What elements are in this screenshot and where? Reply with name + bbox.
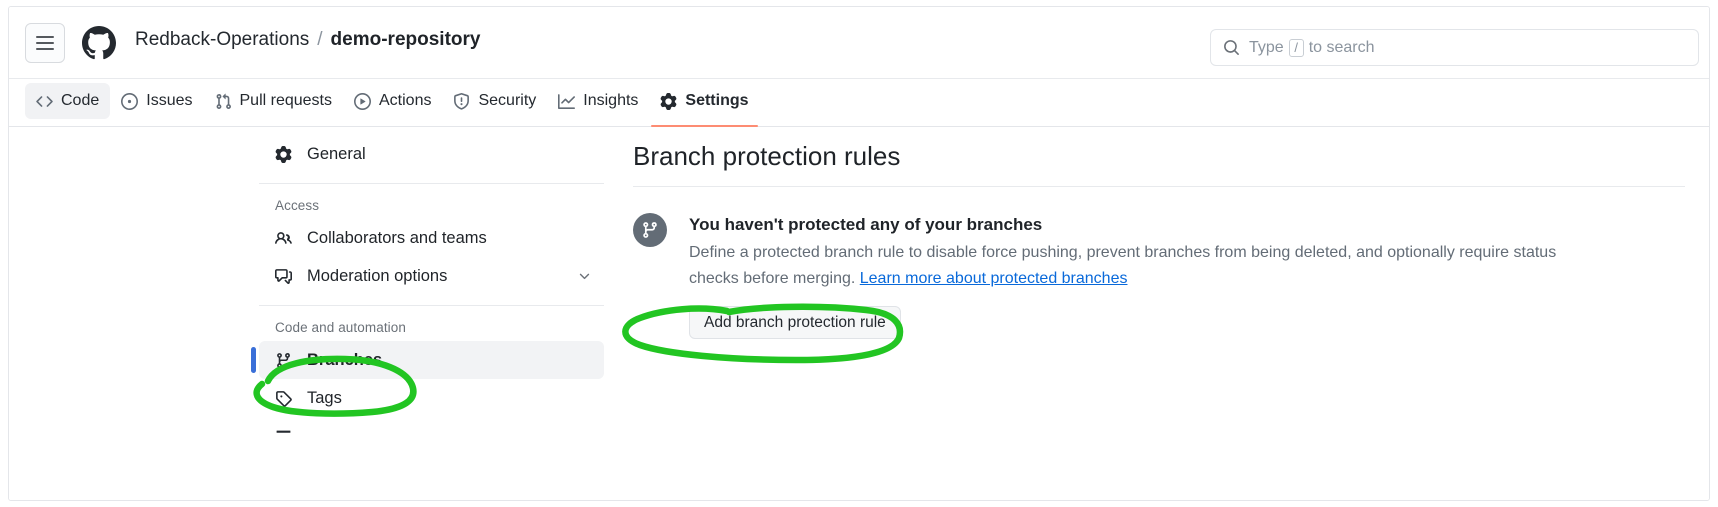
sidebar-item-collaborators-and-teams[interactable]: Collaborators and teams xyxy=(259,219,604,257)
search-placeholder-prefix: Type xyxy=(1249,38,1284,56)
tab-actions-label: Actions xyxy=(379,92,432,109)
search-icon xyxy=(1223,39,1240,56)
sidebar-item-general[interactable]: General xyxy=(259,135,604,173)
tab-settings-label: Settings xyxy=(685,92,749,109)
sidebar-item-moderation-label: Moderation options xyxy=(307,266,448,285)
hamburger-menu-icon[interactable] xyxy=(25,23,65,63)
archive-icon xyxy=(275,428,297,445)
repo-nav: Code Issues Pull requests Actions Securi xyxy=(9,79,1709,127)
breadcrumb: Redback-Operations / demo-repository xyxy=(135,29,480,51)
search-slash-key: / xyxy=(1288,38,1304,57)
add-branch-protection-rule-label: Add branch protection rule xyxy=(704,313,886,331)
page-title: Branch protection rules xyxy=(633,141,901,171)
sidebar-item-branches[interactable]: Branches xyxy=(251,341,604,379)
settings-sidebar: General Access Collaborators and teams M… xyxy=(251,135,604,455)
tab-security-label: Security xyxy=(478,92,537,109)
sidebar-item-branches-label: Branches xyxy=(307,350,383,369)
blankslate-title: You haven't protected any of your branch… xyxy=(689,215,1043,234)
gear-icon xyxy=(660,92,677,110)
tab-insights-label: Insights xyxy=(583,92,639,109)
branch-protection-blankslate: You haven't protected any of your branch… xyxy=(633,213,1685,340)
tab-issues-label: Issues xyxy=(146,92,193,109)
issue-opened-icon xyxy=(121,92,139,110)
sidebar-item-partial-cutoff[interactable] xyxy=(259,417,604,455)
learn-more-link[interactable]: Learn more about protected branches xyxy=(860,270,1128,287)
shield-icon xyxy=(453,92,470,110)
git-branch-icon xyxy=(633,213,667,247)
tab-insights[interactable]: Insights xyxy=(547,83,649,119)
sidebar-item-moderation-options[interactable]: Moderation options xyxy=(259,257,604,295)
sidebar-item-tags-label: Tags xyxy=(307,388,342,407)
sidebar-item-general-label: General xyxy=(307,144,366,163)
tab-security[interactable]: Security xyxy=(442,83,547,119)
tab-pull-requests-label: Pull requests xyxy=(239,92,333,109)
chevron-down-icon[interactable] xyxy=(577,269,592,284)
blankslate-description: Define a protected branch rule to disabl… xyxy=(689,240,1589,292)
graph-icon xyxy=(558,93,576,110)
search-placeholder-suffix: to search xyxy=(1308,38,1375,56)
search-input[interactable]: Type / to search xyxy=(1210,29,1699,66)
sidebar-item-tags[interactable]: Tags xyxy=(259,379,604,417)
sidebar-section-access: Access xyxy=(275,198,320,213)
breadcrumb-owner[interactable]: Redback-Operations xyxy=(135,29,309,51)
sidebar-section-code-and-automation: Code and automation xyxy=(275,320,406,335)
tab-code[interactable]: Code xyxy=(25,83,111,119)
tag-icon xyxy=(275,390,297,407)
app-header: Redback-Operations / demo-repository Typ… xyxy=(9,7,1709,79)
code-icon xyxy=(36,93,53,110)
gear-icon xyxy=(275,145,297,163)
tab-code-label: Code xyxy=(61,92,100,109)
add-branch-protection-rule-button[interactable]: Add branch protection rule xyxy=(689,306,901,340)
heading-divider xyxy=(633,186,1685,187)
git-branch-icon xyxy=(275,352,297,369)
breadcrumb-separator: / xyxy=(317,29,323,50)
git-pull-request-icon xyxy=(215,93,232,110)
sidebar-item-collaborators-label: Collaborators and teams xyxy=(307,228,487,247)
content-area: General Access Collaborators and teams M… xyxy=(9,127,1709,500)
github-logo-icon[interactable] xyxy=(77,21,121,65)
tab-actions[interactable]: Actions xyxy=(343,83,442,119)
breadcrumb-repo[interactable]: demo-repository xyxy=(331,29,481,51)
search-placeholder: Type / to search xyxy=(1249,38,1375,57)
tab-settings[interactable]: Settings xyxy=(649,83,759,127)
comment-discussion-icon xyxy=(275,268,297,285)
tab-issues[interactable]: Issues xyxy=(110,83,203,119)
hamburger-bars xyxy=(36,42,54,44)
settings-main: Branch protection rules You haven't prot… xyxy=(633,135,1685,340)
browser-page-frame: Redback-Operations / demo-repository Typ… xyxy=(8,6,1710,501)
tab-pull-requests[interactable]: Pull requests xyxy=(204,83,344,119)
play-icon xyxy=(354,92,371,110)
people-icon xyxy=(275,230,297,247)
